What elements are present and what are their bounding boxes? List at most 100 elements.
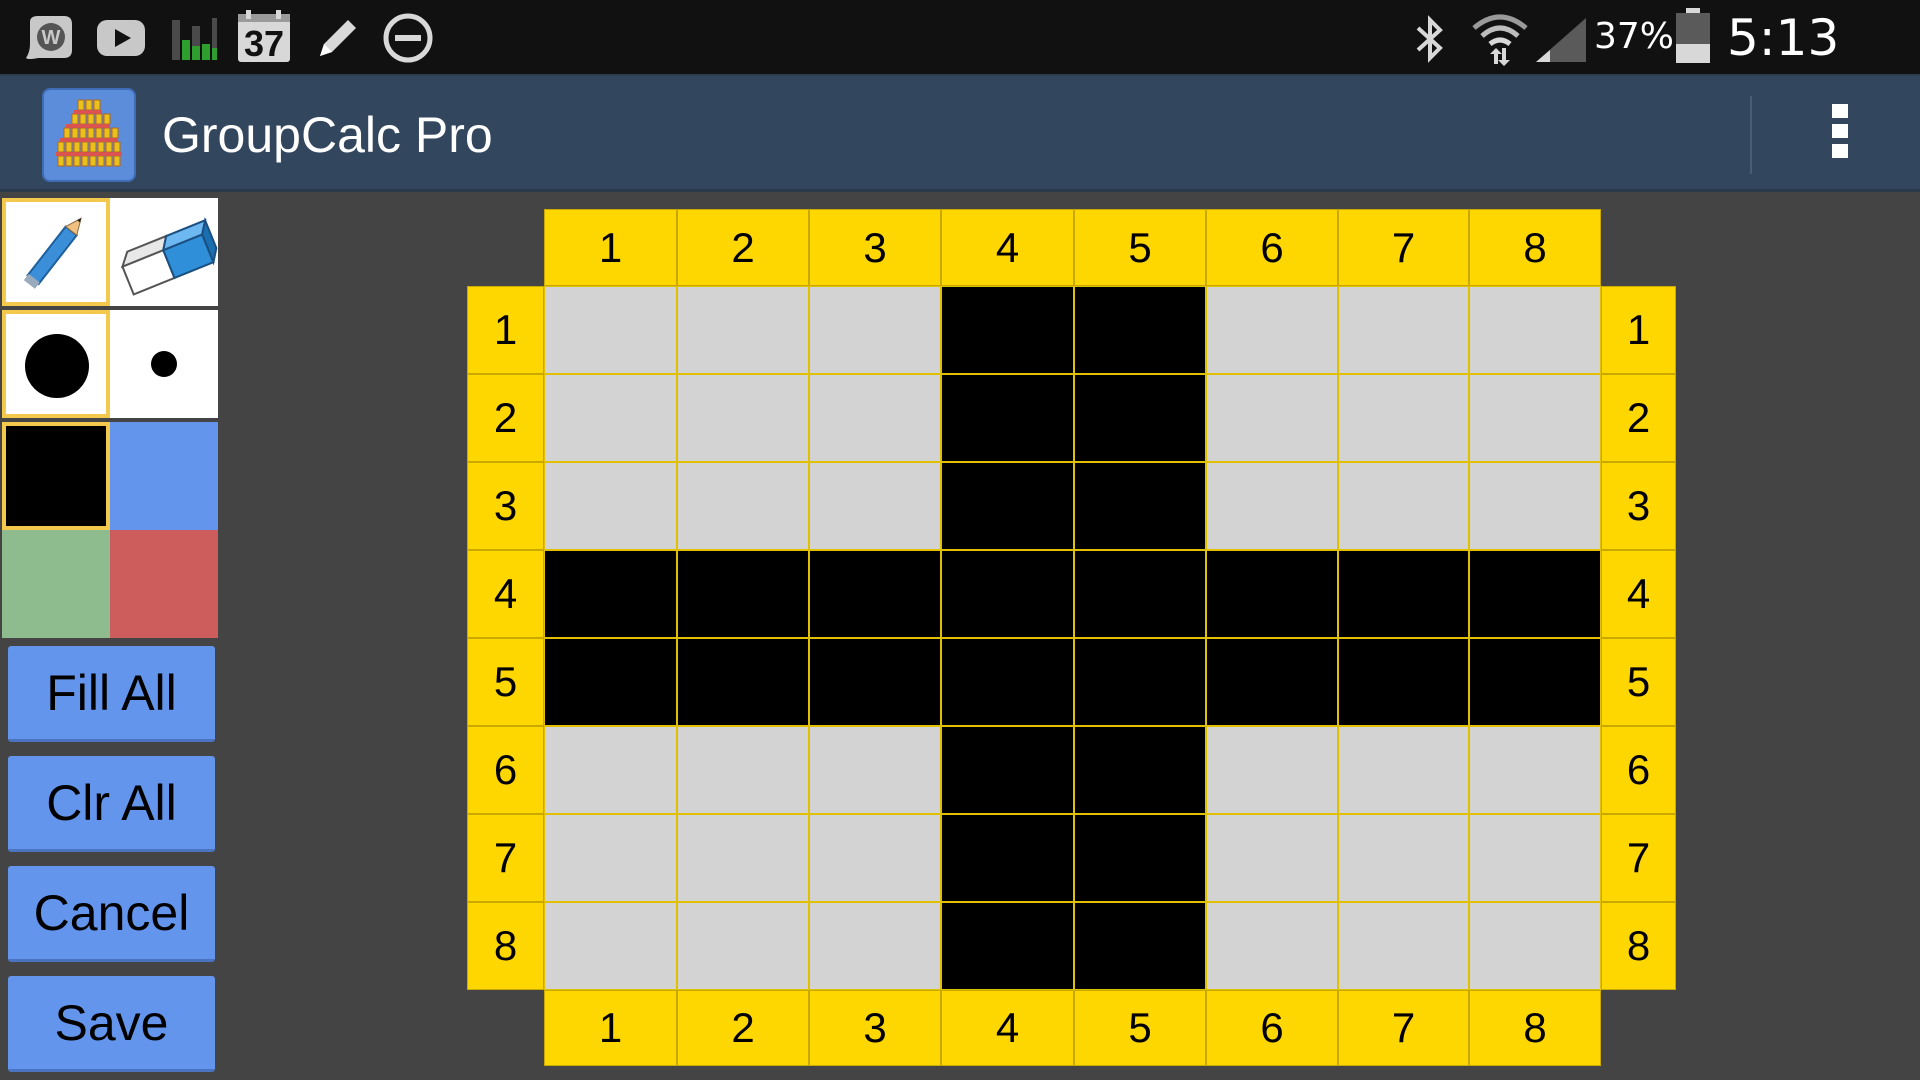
grid-cell[interactable] <box>1206 550 1338 638</box>
grid-cell[interactable] <box>1469 286 1601 374</box>
grid-cell[interactable] <box>1206 902 1338 990</box>
grid-cell[interactable] <box>1469 902 1601 990</box>
grid-cell[interactable] <box>1469 462 1601 550</box>
row-label-left: 5 <box>467 638 544 726</box>
grid-cell[interactable] <box>1338 902 1469 990</box>
grid-cell[interactable] <box>1469 638 1601 726</box>
grid-cell[interactable] <box>941 550 1074 638</box>
grid-cell[interactable] <box>544 726 677 814</box>
grid-cell[interactable] <box>1338 814 1469 902</box>
grid-cell[interactable] <box>941 726 1074 814</box>
grid-cell[interactable] <box>1206 814 1338 902</box>
grid-cell[interactable] <box>1338 638 1469 726</box>
grid-cell[interactable] <box>809 286 941 374</box>
grid-cell[interactable] <box>544 550 677 638</box>
wifi-icon <box>1470 10 1530 70</box>
grid-cell[interactable] <box>809 462 941 550</box>
grid-cell[interactable] <box>1074 814 1206 902</box>
grid-cell[interactable] <box>544 902 677 990</box>
large-dot-icon <box>25 334 89 398</box>
column-label-top: 4 <box>941 209 1074 286</box>
clear-all-button[interactable]: Clr All <box>8 756 215 852</box>
row-label-right: 2 <box>1601 374 1676 462</box>
grid-cell[interactable] <box>677 726 809 814</box>
grid-cell[interactable] <box>1469 550 1601 638</box>
grid-cell[interactable] <box>1206 374 1338 462</box>
row-label-left: 8 <box>467 902 544 990</box>
grid-cell[interactable] <box>941 814 1074 902</box>
grid-cell[interactable] <box>677 462 809 550</box>
grid-cell[interactable] <box>809 550 941 638</box>
grid-cell[interactable] <box>1206 286 1338 374</box>
grid-cell[interactable] <box>544 814 677 902</box>
grid-cell[interactable] <box>941 902 1074 990</box>
grid-cell[interactable] <box>1074 550 1206 638</box>
color-swatch-green[interactable] <box>2 530 110 638</box>
grid-cell[interactable] <box>677 550 809 638</box>
grid-cell[interactable] <box>544 374 677 462</box>
grid-cell[interactable] <box>677 286 809 374</box>
grid-cell[interactable] <box>677 638 809 726</box>
overflow-menu-icon[interactable] <box>1820 104 1860 168</box>
grid-cell[interactable] <box>544 638 677 726</box>
column-label-top: 3 <box>809 209 941 286</box>
pencil-icon <box>312 14 362 66</box>
grid-cell[interactable] <box>677 902 809 990</box>
grid-cell[interactable] <box>1074 374 1206 462</box>
column-label-bottom: 6 <box>1206 990 1338 1066</box>
battery-percent: 37% <box>1594 16 1675 57</box>
grid-cell[interactable] <box>809 814 941 902</box>
grid-cell[interactable] <box>1074 726 1206 814</box>
save-button[interactable]: Save <box>8 976 215 1072</box>
small-dot-icon <box>151 351 177 377</box>
grid-cell[interactable] <box>1074 286 1206 374</box>
grid-cell[interactable] <box>677 814 809 902</box>
battery-icon <box>1674 8 1712 68</box>
grid-cell[interactable] <box>1074 462 1206 550</box>
row-label-right: 7 <box>1601 814 1676 902</box>
grid-cell[interactable] <box>544 462 677 550</box>
eraser-icon <box>120 216 218 296</box>
groupcalc-app-icon[interactable] <box>42 88 136 182</box>
grid-cell[interactable] <box>1469 374 1601 462</box>
grid-cell[interactable] <box>1338 550 1469 638</box>
grid-cell[interactable] <box>809 726 941 814</box>
bar-chart-icon <box>170 14 218 66</box>
status-bar: W 37 37% 5:13 <box>0 0 1920 125</box>
color-swatch-red[interactable] <box>110 530 218 638</box>
fill-all-button[interactable]: Fill All <box>8 646 215 742</box>
grid-cell[interactable] <box>941 638 1074 726</box>
eraser-tool[interactable] <box>110 198 218 306</box>
grid-cell[interactable] <box>941 462 1074 550</box>
row-label-right: 3 <box>1601 462 1676 550</box>
column-label-bottom: 1 <box>544 990 677 1066</box>
grid-cell[interactable] <box>809 374 941 462</box>
cancel-button[interactable]: Cancel <box>8 866 215 962</box>
grid-cell[interactable] <box>809 638 941 726</box>
grid-cell[interactable] <box>1074 902 1206 990</box>
grid-cell[interactable] <box>1338 374 1469 462</box>
small-brush-tool[interactable] <box>110 310 218 418</box>
grid-cell[interactable] <box>809 902 941 990</box>
grid-cell[interactable] <box>544 286 677 374</box>
grid-cell[interactable] <box>1206 462 1338 550</box>
color-swatch-blue[interactable] <box>110 422 218 530</box>
action-bar-divider <box>1750 96 1752 174</box>
column-label-bottom: 2 <box>677 990 809 1066</box>
column-label-top: 7 <box>1338 209 1469 286</box>
grid-cell[interactable] <box>1206 638 1338 726</box>
grid-cell[interactable] <box>1338 462 1469 550</box>
grid-cell[interactable] <box>1206 726 1338 814</box>
cell-signal-icon <box>1534 16 1588 68</box>
grid-cell[interactable] <box>1469 814 1601 902</box>
color-swatch-black[interactable] <box>2 422 110 530</box>
grid-cell[interactable] <box>1338 726 1469 814</box>
grid-cell[interactable] <box>1469 726 1601 814</box>
grid-cell[interactable] <box>1074 638 1206 726</box>
pencil-tool[interactable] <box>2 198 110 306</box>
grid-cell[interactable] <box>941 374 1074 462</box>
large-brush-tool[interactable] <box>2 310 110 418</box>
grid-cell[interactable] <box>677 374 809 462</box>
grid-cell[interactable] <box>941 286 1074 374</box>
grid-cell[interactable] <box>1338 286 1469 374</box>
